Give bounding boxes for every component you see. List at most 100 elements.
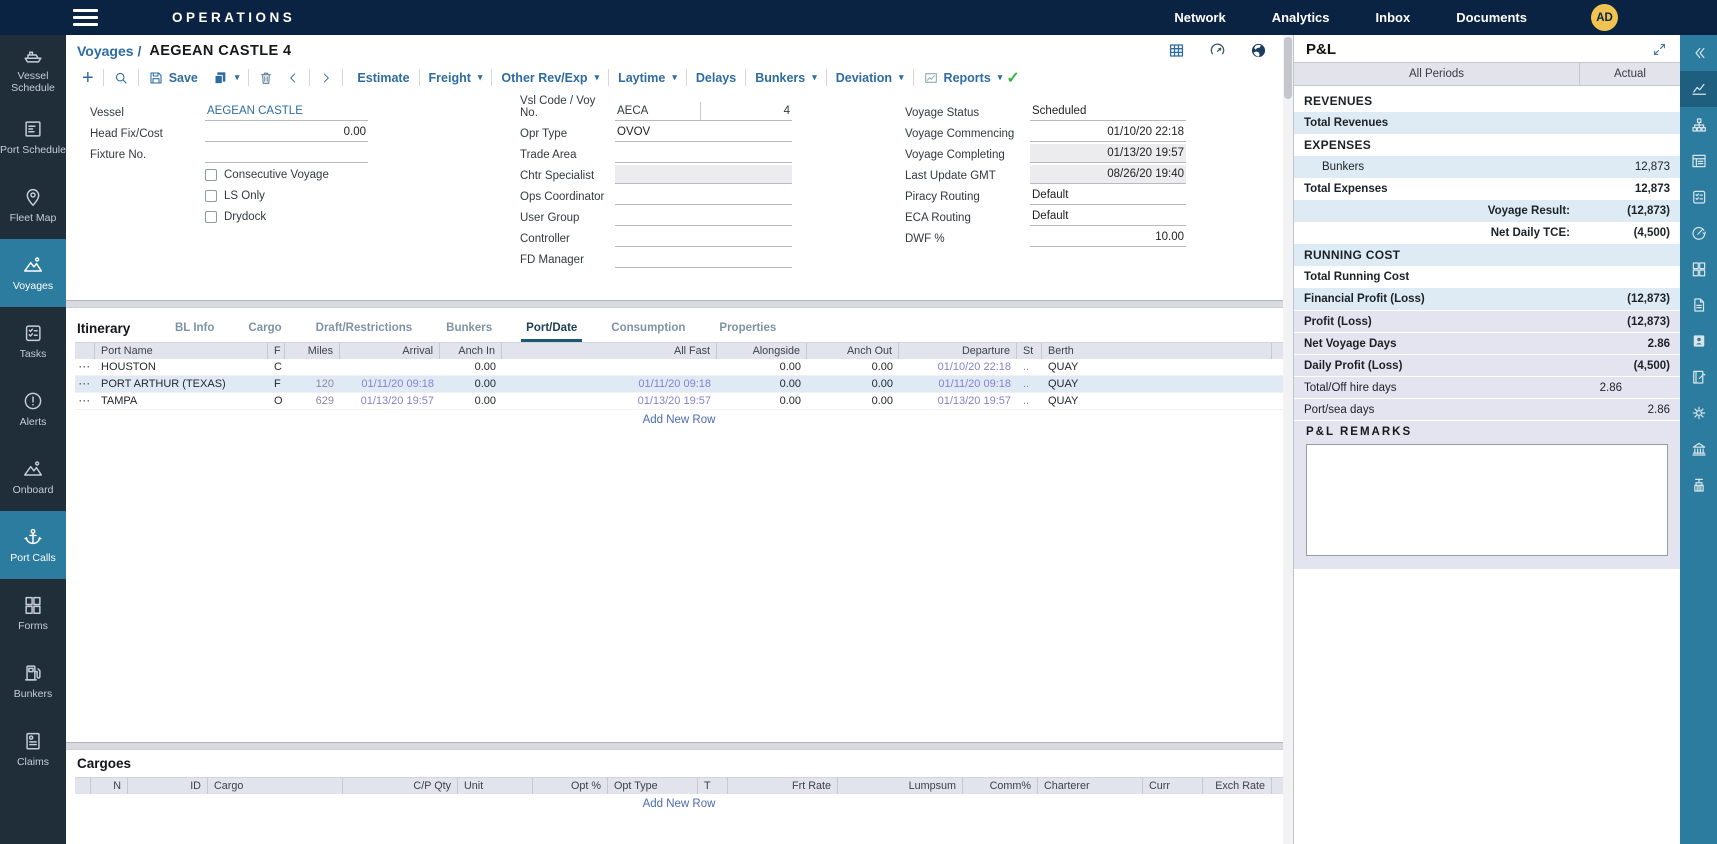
tab-properties[interactable]: Properties — [719, 322, 776, 342]
globe-icon[interactable] — [1249, 41, 1268, 60]
id-card-icon[interactable] — [1680, 323, 1717, 359]
sidebar-item-forms[interactable]: Forms — [0, 579, 66, 647]
drydock-option[interactable]: Drydock — [90, 206, 368, 227]
trade-area-field[interactable] — [615, 144, 792, 163]
tab-consumption[interactable]: Consumption — [611, 322, 685, 342]
sidebar-item-alerts[interactable]: Alerts — [0, 375, 66, 443]
row-menu-icon[interactable]: ··· — [75, 359, 95, 375]
tab-draft-restrictions[interactable]: Draft/Restrictions — [316, 322, 413, 342]
pnl-remarks-input[interactable] — [1306, 444, 1668, 556]
ls-only-option[interactable]: LS Only — [90, 185, 368, 206]
hamburger-menu-icon[interactable] — [73, 9, 98, 26]
compass-edit-icon[interactable] — [1680, 215, 1717, 251]
sidebar-item-voyages[interactable]: Voyages — [0, 239, 66, 307]
sidebar-item-claims[interactable]: Claims — [0, 715, 66, 783]
add-button[interactable]: + — [82, 70, 94, 86]
opr-type-field[interactable]: OVOV — [615, 123, 792, 142]
row-menu-icon[interactable]: ··· — [75, 393, 95, 409]
vsl-code-field[interactable]: AECA — [615, 102, 700, 121]
voy-no-field[interactable]: 4 — [700, 102, 792, 121]
head-fix-cost-field[interactable]: 0.00 — [205, 123, 368, 142]
deviation-menu[interactable]: Deviation▾ — [836, 71, 904, 85]
pnl-basis-header[interactable]: Actual — [1580, 63, 1680, 85]
tab-cargo[interactable]: Cargo — [248, 322, 281, 342]
document-icon[interactable] — [1680, 287, 1717, 323]
sidebar-item-vessel-schedule[interactable]: Vessel Schedule — [0, 35, 66, 103]
network-tree-icon[interactable] — [1680, 107, 1717, 143]
laytime-menu[interactable]: Laytime▾ — [618, 71, 677, 85]
horizontal-splitter[interactable] — [66, 742, 1283, 750]
delete-button[interactable] — [258, 70, 274, 86]
table-form-icon[interactable] — [1680, 143, 1717, 179]
row-menu-icon[interactable]: ··· — [75, 376, 95, 392]
horizontal-splitter[interactable] — [66, 300, 1283, 308]
cargoes-add-new-row-link[interactable]: Add New Row — [75, 794, 1283, 814]
voyage-status-field[interactable]: Scheduled — [1030, 102, 1186, 121]
controller-field[interactable] — [615, 228, 792, 247]
fd-manager-field[interactable] — [615, 249, 792, 268]
delays-button[interactable]: Delays — [696, 71, 736, 85]
gauge-icon[interactable] — [1208, 41, 1227, 60]
eca-routing-field[interactable]: Default — [1030, 207, 1186, 226]
estimate-button[interactable]: Estimate — [357, 71, 409, 85]
user-group-field[interactable] — [615, 207, 792, 226]
itinerary-row[interactable]: ··· HOUSTON C 0.00 0.00 0.00 01/10/20 22… — [75, 359, 1283, 376]
piracy-routing-field[interactable]: Default — [1030, 186, 1186, 205]
crane-container-icon[interactable] — [1680, 467, 1717, 503]
itinerary-row-selected[interactable]: ··· PORT ARTHUR (TEXAS) F 120 01/11/20 0… — [75, 376, 1283, 393]
tab-bunkers[interactable]: Bunkers — [446, 322, 492, 342]
grid-view-icon[interactable] — [1167, 41, 1186, 60]
nav-inbox[interactable]: Inbox — [1376, 10, 1411, 25]
sidebar-item-port-calls[interactable]: Port Calls — [0, 511, 66, 579]
pnl-row-bunkers[interactable]: Bunkers12,873 — [1294, 156, 1680, 178]
drydock-checkbox[interactable] — [205, 211, 217, 223]
scrollbar-thumb[interactable] — [1284, 37, 1292, 99]
controller-label: Controller — [520, 233, 615, 247]
search-button[interactable] — [113, 70, 129, 86]
save-button[interactable]: Save — [148, 70, 198, 86]
itinerary-add-new-row-link[interactable]: Add New Row — [75, 410, 1283, 430]
dwf-pct-field[interactable]: 10.00 — [1030, 228, 1186, 247]
main-scrollbar[interactable] — [1283, 35, 1293, 844]
itinerary-row[interactable]: ··· TAMPA O 629 01/13/20 19:57 0.00 01/1… — [75, 393, 1283, 410]
voyage-commencing-field[interactable]: 01/10/20 22:18 — [1030, 123, 1186, 142]
consecutive-voyage-option[interactable]: Consecutive Voyage — [90, 164, 368, 185]
prev-button[interactable] — [286, 71, 300, 85]
tab-bl-info[interactable]: BL Info — [175, 322, 214, 342]
pnl-period-header[interactable]: All Periods — [1294, 63, 1580, 85]
user-avatar[interactable]: AD — [1591, 4, 1618, 31]
copy-button[interactable]: ▾ — [212, 70, 240, 86]
forms-grid-icon[interactable] — [1680, 251, 1717, 287]
next-button[interactable] — [319, 71, 333, 85]
nav-analytics[interactable]: Analytics — [1272, 10, 1330, 25]
consecutive-voyage-checkbox[interactable] — [205, 169, 217, 181]
vessel-field[interactable]: AEGEAN CASTLE — [205, 102, 368, 121]
sidebar-item-tasks[interactable]: Tasks — [0, 307, 66, 375]
bunkers-menu[interactable]: Bunkers▾ — [755, 71, 817, 85]
sidebar-item-onboard[interactable]: Onboard — [0, 443, 66, 511]
analytics-chart-icon[interactable] — [1680, 71, 1717, 107]
other-rev-exp-menu[interactable]: Other Rev/Exp▾ — [501, 71, 599, 85]
sidebar-item-bunkers[interactable]: Bunkers — [0, 647, 66, 715]
nav-network[interactable]: Network — [1174, 10, 1225, 25]
tab-port-date[interactable]: Port/Date — [526, 322, 577, 342]
fixture-no-field[interactable] — [205, 144, 368, 163]
expand-icon[interactable] — [1651, 41, 1668, 58]
save-icon — [148, 70, 164, 86]
pnl-row-revenues: REVENUES — [1294, 90, 1680, 112]
itinerary-section-title: Itinerary — [77, 321, 175, 342]
freight-menu[interactable]: Freight▾ — [429, 71, 483, 85]
notebook-edit-icon[interactable] — [1680, 359, 1717, 395]
sidebar-item-port-schedule[interactable]: Port Schedule — [0, 103, 66, 171]
breadcrumb-voyages-link[interactable]: Voyages / — [77, 43, 141, 59]
sidebar-item-fleet-map[interactable]: Fleet Map — [0, 171, 66, 239]
ops-coordinator-field[interactable] — [615, 186, 792, 205]
bank-icon[interactable] — [1680, 431, 1717, 467]
checklist-icon[interactable] — [1680, 179, 1717, 215]
validate-check-icon[interactable]: ✓ — [1006, 68, 1019, 88]
collapse-panel-icon[interactable] — [1680, 35, 1717, 71]
reports-menu[interactable]: Reports▾ — [923, 70, 1003, 86]
ls-only-checkbox[interactable] — [205, 190, 217, 202]
nav-documents[interactable]: Documents — [1456, 10, 1527, 25]
gear-icon[interactable] — [1680, 395, 1717, 431]
